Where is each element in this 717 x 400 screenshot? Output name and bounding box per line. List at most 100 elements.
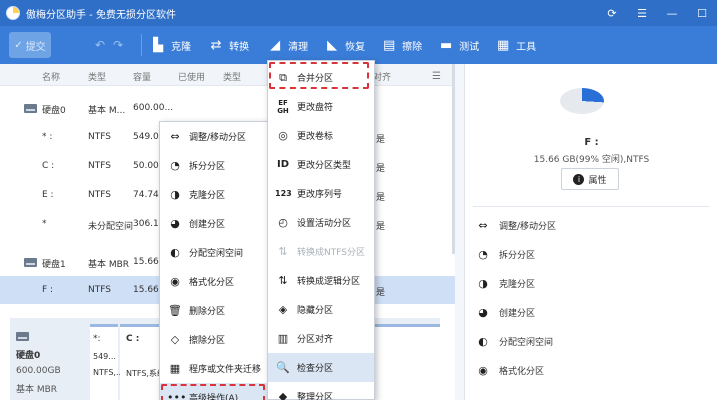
menu-icon[interactable]: ☰ [627, 0, 657, 26]
columns-menu-icon[interactable]: ☰ [432, 71, 441, 82]
panel-action[interactable]: ◑ 克隆分区 [465, 269, 717, 297]
col-capacity[interactable]: 容量 [133, 70, 151, 83]
test-button[interactable]: ▬ 测试 [438, 38, 479, 53]
menu-item-hide[interactable]: ◈ 隐藏分区 [268, 295, 374, 324]
menu-item-allocate[interactable]: ◐ 分配空闲空间 [160, 238, 269, 267]
menu-item-label: 转换成NTFS分区 [297, 248, 365, 258]
maximize-icon[interactable]: ☐ [687, 0, 717, 26]
col-align[interactable]: 对齐 [373, 70, 391, 83]
menu-item-label: 更改分区类型 [297, 161, 352, 171]
row-align: 是 [376, 222, 386, 232]
panel-action-label: 拆分分区 [499, 250, 536, 261]
row-align: 是 [376, 193, 386, 203]
panel-action[interactable]: ◔ 拆分分区 [465, 240, 717, 268]
serial-icon: 123 [275, 189, 292, 198]
redo-icon[interactable]: ↷ [113, 38, 123, 52]
id-icon: ID [276, 159, 290, 170]
menu-item-erase[interactable]: ◇ 擦除分区 [160, 325, 269, 354]
panel-action[interactable]: ◐ 分配空闲空间 [465, 327, 717, 355]
commit-label: 提交 [25, 41, 46, 53]
disk-map-partition[interactable]: *: 549... NTFS,... [90, 324, 124, 400]
menu-item-label-change[interactable]: ◎ 更改卷标 [268, 121, 374, 150]
row-name: F : [42, 285, 54, 295]
disk-map-type: 基本 MBR [16, 385, 58, 395]
disk-map-info[interactable]: 硬盘0 600.00GB 基本 MBR [10, 324, 88, 400]
allocate-icon: ◐ [478, 334, 488, 348]
refresh-icon[interactable]: ⟳ [597, 0, 627, 26]
menu-item-align[interactable]: ▥ 分区对齐 [268, 324, 374, 353]
context-menu: ⇔ 调整/移动分区 ◔ 拆分分区 ◑ 克隆分区 ◕ 创建分区 ◐ 分配空闲空间 ◉ 格式化分… [159, 121, 270, 400]
undo-icon[interactable]: ↶ [95, 38, 105, 52]
clone-button[interactable]: ▙ 克隆 [150, 38, 191, 53]
wipe-icon: ▤ [382, 37, 396, 53]
panel-action[interactable]: ⇔ 调整/移动分区 [465, 211, 717, 239]
row-type: 基本 M... [88, 106, 126, 116]
menu-item-label: 分配空闲空间 [189, 249, 244, 259]
clean-button[interactable]: ◢ 清理 [267, 38, 308, 53]
menu-item-resize[interactable]: ⇔ 调整/移动分区 [160, 122, 269, 151]
row-align: 是 [376, 288, 386, 298]
menu-item-drive-letter[interactable]: EF GH 更改盘符 [268, 92, 374, 121]
row-name: * : [42, 132, 53, 142]
col-used[interactable]: 已使用 [178, 70, 205, 83]
partition-title: F : [584, 137, 599, 148]
title-bar: 傲梅分区助手 - 免费无损分区软件 ⟳ ☰ — ☐ [0, 0, 717, 26]
row-type: NTFS [88, 132, 111, 142]
format-icon: ◉ [170, 275, 180, 288]
menu-item-set-active[interactable]: ◴ 设置活动分区 [268, 208, 374, 237]
disk-icon [24, 258, 37, 267]
panel-action-label: 分配空闲空间 [499, 337, 554, 348]
test-icon: ▬ [439, 37, 453, 53]
panel-action-label: 格式化分区 [499, 366, 545, 377]
check-icon: 🔍 [276, 361, 290, 374]
col-type[interactable]: 类型 [88, 70, 106, 83]
panel-action-label: 创建分区 [499, 308, 536, 319]
commit-check-icon: ✓ [14, 39, 23, 51]
properties-button[interactable]: i 属性 [561, 168, 619, 190]
menu-item-format[interactable]: ◉ 格式化分区 [160, 267, 269, 296]
delete-icon: 🗑 [168, 304, 182, 317]
menu-item-label: 更改序列号 [297, 190, 343, 200]
menu-item-label: 整理分区 [297, 393, 334, 400]
menu-item-defrag[interactable]: ◆ 整理分区 [268, 382, 374, 400]
list-scrollbar[interactable] [452, 64, 455, 254]
usage-pie-icon [560, 88, 604, 118]
clean-icon: ◢ [270, 37, 281, 53]
disk-map-size: 600.00GB [16, 366, 61, 376]
resize-icon: ⇔ [478, 218, 488, 232]
row-align: 是 [376, 164, 386, 174]
app-logo-icon [6, 6, 20, 20]
col-name[interactable]: 名称 [42, 70, 60, 83]
table-row[interactable]: 硬盘0 基本 M... 600.00... [0, 94, 455, 122]
clone-label: 克隆 [171, 41, 192, 53]
clone-icon: ▙ [153, 37, 164, 53]
commit-button[interactable]: ✓ 提交 [9, 32, 51, 58]
menu-item-convert-logical[interactable]: ⇅ 转换成逻辑分区 [268, 266, 374, 295]
menu-item-label: 隐藏分区 [297, 306, 334, 316]
label-icon: ◎ [278, 129, 288, 142]
menu-item-clone[interactable]: ◑ 克隆分区 [160, 180, 269, 209]
convert-button[interactable]: ⇄ 转换 [208, 38, 249, 53]
menu-item-migrate[interactable]: ▦ 程序或文件夹迁移 [160, 354, 269, 383]
menu-item-label: 擦除分区 [189, 336, 226, 346]
menu-item-convert-ntfs: ⇅ 转换成NTFS分区 [268, 237, 374, 266]
panel-action[interactable]: ◉ 格式化分区 [465, 356, 717, 384]
tools-button[interactable]: ▦ 工具 [495, 38, 536, 53]
panel-action[interactable]: ◕ 创建分区 [465, 298, 717, 326]
minimize-icon[interactable]: — [657, 0, 687, 26]
menu-item-partition-type[interactable]: ID 更改分区类型 [268, 150, 374, 179]
split-icon: ◔ [478, 247, 488, 261]
recover-button[interactable]: ◣ 恢复 [324, 38, 365, 53]
menu-item-check[interactable]: 🔍 检查分区 [268, 353, 374, 382]
menu-item-serial[interactable]: 123 更改序列号 [268, 179, 374, 208]
menu-item-label: 程序或文件夹迁移 [189, 365, 262, 375]
row-name: E : [42, 190, 54, 200]
menu-item-delete[interactable]: 🗑 删除分区 [160, 296, 269, 325]
menu-item-split[interactable]: ◔ 拆分分区 [160, 151, 269, 180]
menu-item-label: 检查分区 [297, 364, 334, 374]
col-fstype[interactable]: 类型 [223, 70, 241, 83]
convert-label: 转换 [229, 41, 250, 53]
drive-letter-icon: EF GH [277, 98, 289, 115]
wipe-button[interactable]: ▤ 擦除 [381, 38, 422, 53]
menu-item-create[interactable]: ◕ 创建分区 [160, 209, 269, 238]
